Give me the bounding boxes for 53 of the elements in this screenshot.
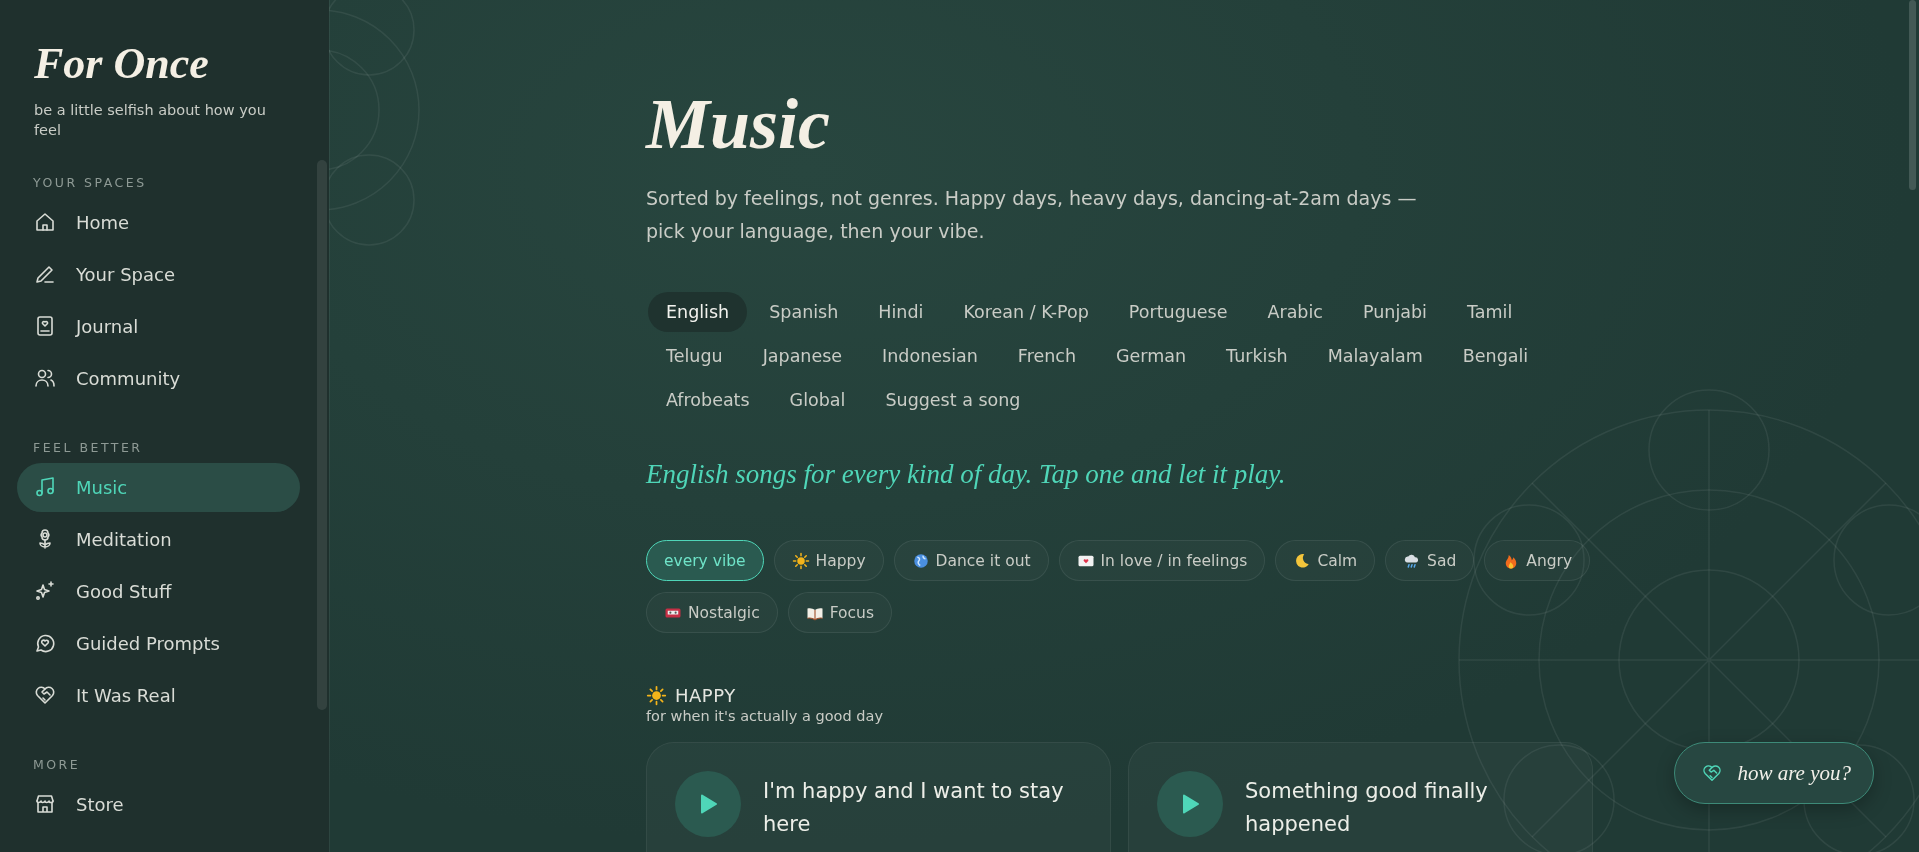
nav-item[interactable]: Guided Prompts (17, 618, 300, 668)
language-tab[interactable]: Japanese (744, 336, 861, 376)
mood-filter-chip[interactable]: Sad (1385, 540, 1475, 581)
mood-filter-chip[interactable]: Calm (1275, 540, 1376, 581)
mood-filter-chip[interactable]: Happy (773, 540, 884, 581)
nav-section-heading: YOUR SPACES (33, 174, 147, 190)
language-tab[interactable]: Global (771, 380, 864, 420)
nav-section-heading: FEEL BETTER (33, 439, 143, 455)
language-tagline: English songs for every kind of day. Tap one and let it play. (646, 459, 1286, 490)
language-tab[interactable]: Indonesian (864, 336, 996, 376)
page-title: Music (646, 88, 831, 160)
mood-filter-chip[interactable]: Nostalgic (646, 592, 778, 633)
mood-filter-chip[interactable]: Angry (1484, 540, 1591, 581)
app-logo-title: For Once (34, 42, 209, 86)
mood-filter-chip[interactable]: Focus (787, 592, 892, 633)
language-tab[interactable]: French (999, 336, 1095, 376)
mood-section-title: HAPPY (675, 685, 736, 706)
song-title: I'm happy and I want to stay here (763, 778, 1065, 838)
language-tab[interactable]: Turkish (1208, 336, 1306, 376)
mood-section-subtitle: for when it's actually a good day (646, 708, 883, 724)
language-tab[interactable]: Bengali (1444, 336, 1547, 376)
language-tab[interactable]: Suggest a song (867, 380, 1039, 420)
song-card[interactable]: Something good finally happened (1128, 742, 1593, 852)
mood-check-in-button[interactable]: how are you? (1674, 742, 1874, 804)
nav-item[interactable]: Home (17, 197, 300, 247)
mood-filter-chip[interactable]: every vibe (646, 540, 764, 581)
nav-section-heading: MORE (33, 756, 81, 772)
nav-item[interactable]: Good Stuff (17, 566, 300, 616)
nav-item[interactable]: Your Space (17, 249, 300, 299)
language-tab[interactable]: Punjabi (1344, 292, 1445, 332)
song-card[interactable]: I'm happy and I want to stay here (646, 742, 1111, 852)
language-tab[interactable]: Hindi (860, 292, 942, 332)
language-tab[interactable]: Tamil (1448, 292, 1531, 332)
language-tab[interactable]: English (648, 292, 748, 332)
nav-item[interactable]: Journal (17, 301, 300, 351)
language-tab[interactable]: Spanish (751, 292, 857, 332)
nav-item[interactable]: Community (17, 353, 300, 403)
mood-filter-chip[interactable]: In love / in feelings (1058, 540, 1266, 581)
nav-item[interactable]: It Was Real (17, 670, 300, 720)
language-tab[interactable]: Korean / K-Pop (945, 292, 1107, 332)
language-tab[interactable]: Telugu (648, 336, 741, 376)
mood-filter-chip[interactable]: Dance it out (893, 540, 1049, 581)
language-tab[interactable]: Malayalam (1309, 336, 1441, 376)
app-tagline: be a little selfish about how you feel (34, 101, 267, 141)
language-tab[interactable]: Portuguese (1110, 292, 1246, 332)
nav-item[interactable]: Music (17, 462, 300, 512)
language-tab[interactable]: German (1098, 336, 1205, 376)
nav-item[interactable]: Store (17, 779, 300, 829)
nav-item[interactable]: Meditation (17, 514, 300, 564)
language-tab[interactable]: Arabic (1249, 292, 1341, 332)
page-intro-text: Sorted by feelings, not genres. Happy days, heavy days, dancing-at-2am days — pick your language, then your vibe. (646, 186, 1418, 244)
language-tab[interactable]: Afrobeats (648, 380, 768, 420)
song-title: Something good finally happened (1245, 778, 1489, 838)
